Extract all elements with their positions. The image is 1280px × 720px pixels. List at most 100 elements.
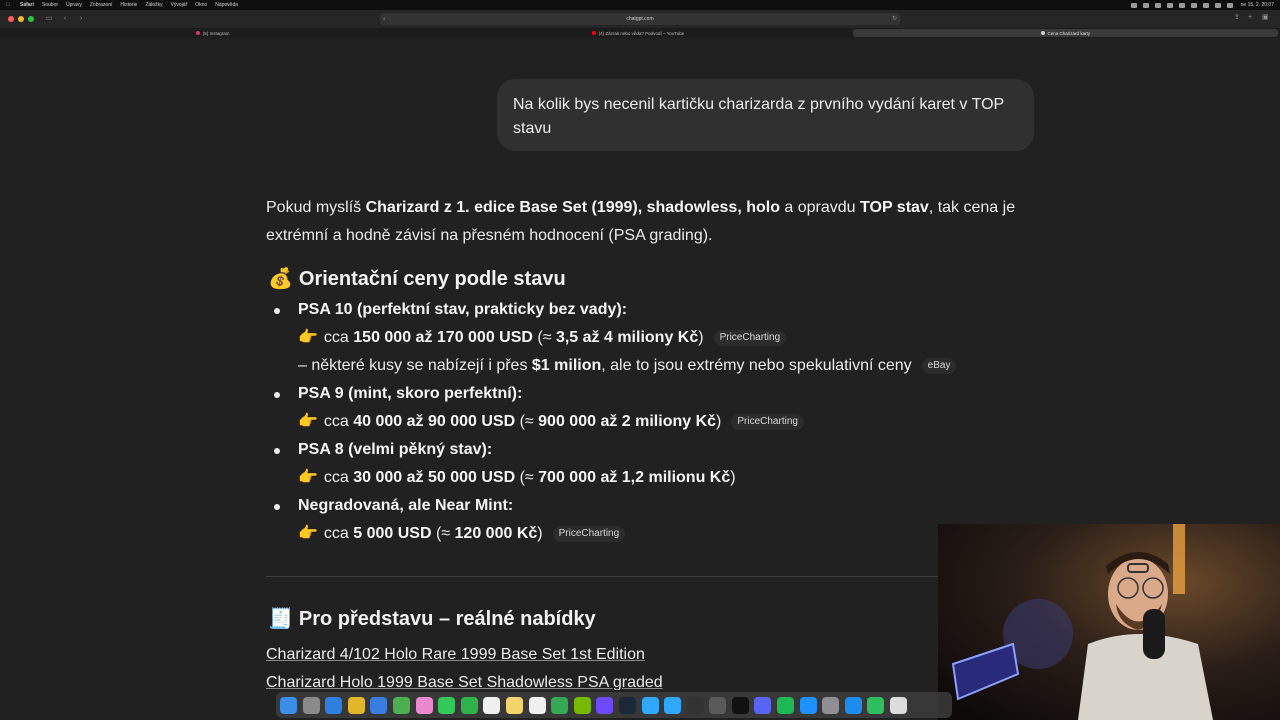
menu-item-upravy[interactable]: Úpravy bbox=[66, 2, 82, 8]
zoom-window-button[interactable] bbox=[28, 16, 34, 22]
grade-psa8-price: 👉 cca 30 000 až 50 000 USD (≈ 700 000 až … bbox=[298, 468, 736, 488]
launchpad-icon[interactable] bbox=[302, 696, 320, 714]
vpn-icon[interactable] bbox=[709, 696, 727, 714]
menubar-clock[interactable]: ne 15. 2. 20:07 bbox=[1241, 2, 1274, 8]
xcode-icon[interactable] bbox=[844, 696, 862, 714]
menu-item-vyvojar[interactable]: Vývojář bbox=[171, 2, 188, 8]
menu-item-napoveda[interactable]: Nápověda bbox=[215, 2, 238, 8]
forward-arrow-icon[interactable]: › bbox=[76, 15, 86, 23]
share-icon[interactable]: ⇪ bbox=[1234, 14, 1242, 22]
menu-item-historie[interactable]: Historie bbox=[120, 2, 137, 8]
price-usd: 150 000 až 170 000 USD bbox=[353, 329, 533, 346]
section-heading-offers: 🧾 Pro představu – reálné nabídky bbox=[268, 606, 596, 631]
status-icon[interactable] bbox=[1166, 2, 1173, 8]
grade-psa10-price: 👉 cca 150 000 až 170 000 USD (≈ 3,5 až 4 … bbox=[298, 328, 787, 348]
address-bar[interactable]: ◐ chatgpt.com ↻ bbox=[380, 13, 900, 25]
section-heading-prices: 💰 Orientační ceny podle stavu bbox=[268, 266, 566, 291]
tab-youtube[interactable]: (4) Zázrak nebo věda? Podvodí – YouTube bbox=[425, 28, 850, 38]
control-center-icon[interactable] bbox=[1226, 2, 1233, 8]
spotify-icon[interactable] bbox=[777, 696, 795, 714]
address-bar-url: chatgpt.com bbox=[626, 16, 654, 22]
photoshop-icon[interactable] bbox=[664, 696, 682, 714]
grade-psa10-label: PSA 10 (perfektní stav, prakticky bez va… bbox=[298, 300, 627, 320]
status-icon[interactable] bbox=[1178, 2, 1185, 8]
search-icon[interactable] bbox=[1214, 2, 1221, 8]
price-paren: (≈ bbox=[532, 329, 556, 346]
tab-label: (4) Zázrak nebo věda? Podvodí – YouTube bbox=[598, 30, 685, 36]
intro-text: a opravdu bbox=[779, 199, 861, 216]
battery-icon[interactable] bbox=[1190, 2, 1197, 8]
photos-icon[interactable] bbox=[415, 696, 433, 714]
steam-icon[interactable] bbox=[618, 696, 636, 714]
source-citation-pill[interactable]: eBay bbox=[921, 357, 957, 374]
back-arrow-icon[interactable]: ‹ bbox=[60, 15, 70, 23]
calendar-icon[interactable] bbox=[483, 696, 501, 714]
tab-label: (5) Instagram bbox=[202, 30, 230, 36]
macos-dock bbox=[276, 692, 952, 718]
appstore-icon[interactable] bbox=[799, 696, 817, 714]
close-window-button[interactable] bbox=[8, 16, 14, 22]
grade-label: PSA 9 (mint, skoro perfektní): bbox=[298, 385, 523, 402]
menu-item-okno[interactable]: Okno bbox=[195, 2, 207, 8]
user-message-text: Na kolik bys necenil kartičku charizarda… bbox=[513, 96, 1004, 137]
apple-menu-icon[interactable]:  bbox=[6, 2, 12, 8]
note-text: , ale to jsou extrémy nebo spekulativní … bbox=[601, 357, 912, 374]
menubar-status-area: ne 15. 2. 20:07 bbox=[1125, 2, 1274, 8]
price-czk: 120 000 Kč bbox=[454, 525, 538, 542]
notes-icon[interactable] bbox=[505, 696, 523, 714]
wifi-icon[interactable] bbox=[1202, 2, 1209, 8]
new-tab-icon[interactable]: + bbox=[1248, 14, 1256, 22]
sidebar-toggle-icon[interactable]: ▭ bbox=[44, 15, 54, 23]
minimize-window-button[interactable] bbox=[18, 16, 24, 22]
offer-link[interactable]: Charizard Holo 1999 Base Set Shadowless … bbox=[266, 674, 663, 690]
price-paren: ) bbox=[537, 525, 543, 542]
bullet-dot bbox=[274, 504, 280, 510]
user-message-bubble: Na kolik bys necenil kartičku charizarda… bbox=[497, 79, 1034, 151]
webcam-overlay bbox=[938, 524, 1280, 720]
pointing-hand-icon: 👉 bbox=[298, 329, 318, 346]
settings-icon[interactable] bbox=[822, 696, 840, 714]
discord-icon[interactable] bbox=[754, 696, 772, 714]
bullet-dot bbox=[274, 392, 280, 398]
tv-icon[interactable] bbox=[731, 696, 749, 714]
nvidia-icon[interactable] bbox=[573, 696, 591, 714]
chrome-icon[interactable] bbox=[347, 696, 365, 714]
price-prefix: cca bbox=[323, 469, 354, 486]
evernote-icon[interactable] bbox=[867, 696, 885, 714]
numbers-icon[interactable] bbox=[551, 696, 569, 714]
menu-item-zobrazeni[interactable]: Zobrazení bbox=[90, 2, 113, 8]
menu-item-zalozky[interactable]: Záložky bbox=[145, 2, 162, 8]
tab-instagram[interactable]: (5) Instagram bbox=[0, 28, 425, 38]
source-citation-pill[interactable]: PriceCharting bbox=[552, 525, 626, 542]
status-icon[interactable] bbox=[1142, 2, 1149, 8]
safari-icon[interactable] bbox=[325, 696, 343, 714]
offer-link[interactable]: Charizard 4/102 Holo Rare 1999 Base Set … bbox=[266, 646, 645, 664]
bullet-dot bbox=[274, 448, 280, 454]
section-title: Pro představu – reálné nabídky bbox=[298, 608, 596, 630]
section-title: Orientační ceny podle stavu bbox=[298, 268, 566, 290]
tab-overview-icon[interactable]: ▣ bbox=[1262, 14, 1270, 22]
reminders-icon[interactable] bbox=[528, 696, 546, 714]
grade-label: PSA 8 (velmi pěkný stav): bbox=[298, 441, 493, 458]
source-citation-pill[interactable]: PriceCharting bbox=[731, 413, 804, 430]
status-icon[interactable] bbox=[1130, 2, 1137, 8]
proton-icon[interactable] bbox=[596, 696, 614, 714]
status-icon[interactable] bbox=[1154, 2, 1161, 8]
menu-item-soubor[interactable]: Soubor bbox=[42, 2, 58, 8]
source-citation-pill[interactable]: PriceCharting bbox=[713, 329, 787, 346]
intro-bold-condition: TOP stav bbox=[860, 199, 929, 216]
finder-icon[interactable] bbox=[280, 696, 297, 714]
maps-icon[interactable] bbox=[392, 696, 410, 714]
price-paren: ) bbox=[698, 329, 704, 346]
reload-icon[interactable]: ↻ bbox=[892, 13, 897, 25]
menu-item-safari[interactable]: Safari bbox=[20, 2, 34, 8]
price-paren: ) bbox=[716, 413, 722, 430]
tab-chatgpt-active[interactable]: Cena Charizard karty bbox=[852, 29, 1278, 37]
messages-icon[interactable] bbox=[438, 696, 456, 714]
facetime-icon[interactable] bbox=[460, 696, 478, 714]
obs-icon[interactable] bbox=[686, 696, 704, 714]
mail-icon[interactable] bbox=[370, 696, 388, 714]
note-text: – některé kusy se nabízejí i přes bbox=[298, 357, 532, 374]
lightroom-icon[interactable] bbox=[641, 696, 659, 714]
preview-icon[interactable] bbox=[890, 696, 908, 714]
